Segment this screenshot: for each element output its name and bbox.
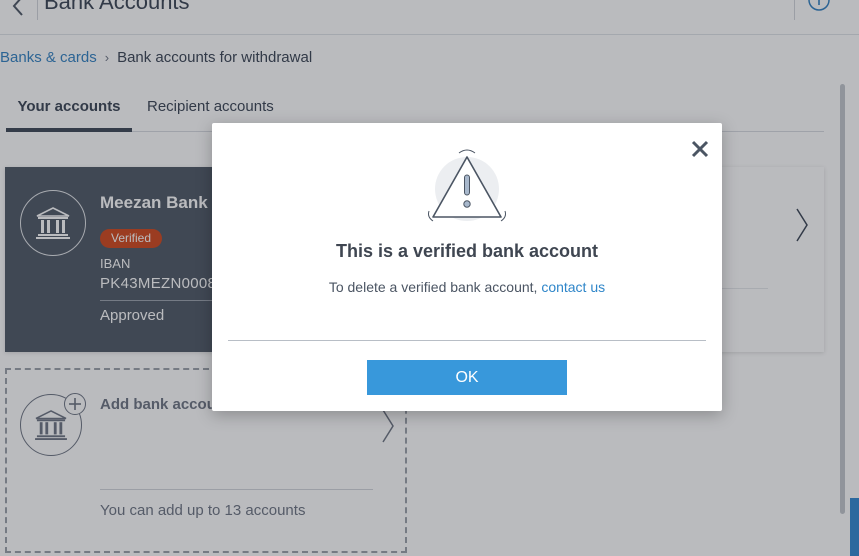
dialog-message: To delete a verified bank account, conta… [212,279,722,295]
ok-button[interactable]: OK [367,360,567,395]
warning-triangle-icon [428,149,506,222]
dialog-title: This is a verified bank account [335,241,599,261]
close-button[interactable] [688,137,712,161]
close-icon [691,140,709,158]
dialog-message-text: To delete a verified bank account, [328,279,542,295]
verified-account-dialog: This is a verified bank account To delet… [212,123,722,411]
bank-accounts-page: Bank Accounts Banks & cards › Bank accou… [0,0,859,556]
contact-us-link[interactable]: contact us [541,279,605,295]
dialog-divider [228,340,706,341]
